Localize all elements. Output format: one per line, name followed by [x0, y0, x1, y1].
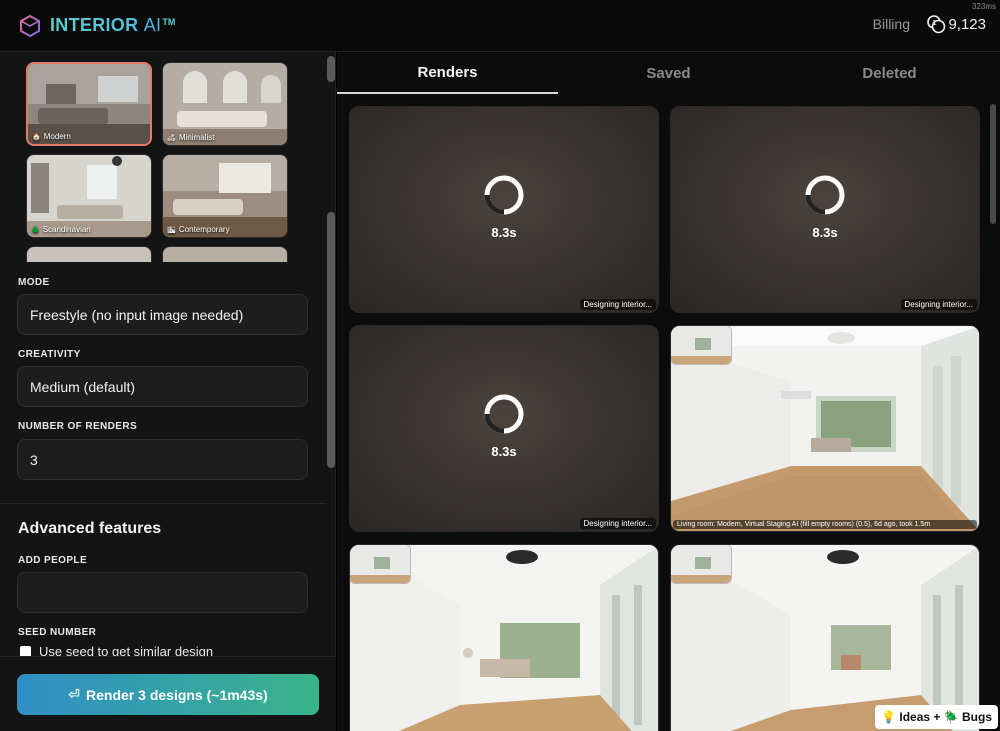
- section-divider: [0, 503, 326, 504]
- progress-spinner-icon: [484, 175, 524, 215]
- style-tile-modern[interactable]: 🏠 Modern: [26, 62, 152, 146]
- source-thumbnail[interactable]: [671, 326, 732, 365]
- style-tile-minimalist[interactable]: 🛋 Minimalist: [162, 62, 288, 146]
- elapsed-time: 8.3s: [491, 444, 517, 459]
- style-tile-more-1[interactable]: [26, 246, 152, 262]
- render-button[interactable]: ⏎ Render 3 designs (~1m43s): [17, 674, 319, 715]
- render-button-label: Render 3 designs (~1m43s): [86, 686, 268, 703]
- house-icon: 🏠: [32, 133, 41, 141]
- credits-counter[interactable]: 1 9,123: [926, 14, 986, 34]
- render-card-loading[interactable]: 8.3s Designing interior...: [349, 325, 659, 532]
- svg-text:1: 1: [933, 19, 937, 27]
- tab-deleted[interactable]: Deleted: [779, 52, 1000, 94]
- add-people-label: ADD PEOPLE: [18, 555, 88, 566]
- render-bar: ⏎ Render 3 designs (~1m43s): [0, 656, 336, 731]
- style-picker: 🏠 Modern 🛋 Minimalist 🌲 Scandinavian 🏙 C…: [26, 62, 290, 262]
- mode-label: MODE: [18, 277, 50, 288]
- elapsed-time: 8.3s: [812, 225, 838, 240]
- progress-spinner-icon: [484, 394, 524, 434]
- creativity-select[interactable]: Medium (default): [17, 366, 308, 407]
- tab-saved[interactable]: Saved: [558, 52, 779, 94]
- advanced-features-title: Advanced features: [18, 520, 162, 537]
- progress-spinner-icon: [805, 175, 845, 215]
- sofa-icon: 🛋: [167, 134, 176, 142]
- renders-label: NUMBER OF RENDERS: [18, 421, 138, 432]
- creativity-label: CREATIVITY: [18, 349, 81, 360]
- coins-icon: 1: [927, 15, 946, 34]
- mode-select[interactable]: Freestyle (no input image needed): [17, 294, 308, 335]
- source-thumbnail[interactable]: [350, 545, 411, 584]
- render-card-image[interactable]: [670, 544, 980, 731]
- render-card-loading[interactable]: 8.3s Designing interior...: [349, 106, 659, 313]
- add-people-input[interactable]: [17, 572, 308, 613]
- feedback-label: Ideas + 🪲 Bugs: [899, 710, 992, 724]
- logo[interactable]: INTERIOR AI TM: [18, 14, 175, 38]
- results-panel: Renders Saved Deleted 8.3s Designing int…: [337, 52, 1000, 731]
- render-status: Designing interior...: [579, 518, 656, 529]
- render-card-loading[interactable]: 8.3s Designing interior...: [670, 106, 980, 313]
- seed-number-label: SEED NUMBER: [18, 627, 97, 638]
- tab-renders[interactable]: Renders: [337, 52, 558, 94]
- render-card-image[interactable]: Living room: Modern, Virtual Staging AI …: [670, 325, 980, 532]
- billing-link[interactable]: Billing: [873, 16, 910, 32]
- top-header: INTERIOR AI TM 323ms Billing 1 9,123: [0, 0, 1000, 52]
- source-thumbnail[interactable]: [671, 545, 732, 584]
- building-icon: 🏙: [167, 226, 176, 234]
- results-tabs: Renders Saved Deleted: [337, 52, 1000, 94]
- lightbulb-icon: 💡: [881, 710, 897, 724]
- settings-panel: 🏠 Modern 🛋 Minimalist 🌲 Scandinavian 🏙 C…: [0, 52, 336, 731]
- elapsed-time: 8.3s: [491, 225, 517, 240]
- style-tile-contemporary[interactable]: 🏙 Contemporary: [162, 154, 288, 238]
- seed-checkbox[interactable]: [20, 645, 31, 657]
- render-card-image[interactable]: [349, 544, 659, 731]
- logo-trademark: TM: [162, 16, 176, 27]
- cube-logo-icon: [20, 14, 40, 37]
- style-tile-more-2[interactable]: [162, 246, 288, 262]
- renders-input[interactable]: 3: [17, 439, 308, 480]
- logo-text: INTERIOR AI: [50, 15, 162, 35]
- return-arrow-icon: ⏎: [68, 686, 81, 702]
- render-caption: Living room: Modern, Virtual Staging AI …: [673, 520, 977, 529]
- credits-value: 9,123: [948, 15, 986, 33]
- style-tile-scandinavian[interactable]: 🌲 Scandinavian: [26, 154, 152, 238]
- panel-scrollbar-top[interactable]: [327, 56, 335, 82]
- results-scrollbar[interactable]: [990, 104, 996, 224]
- panel-scrollbar[interactable]: [327, 212, 335, 468]
- render-status: Designing interior...: [579, 299, 656, 310]
- render-status: Designing interior...: [900, 299, 977, 310]
- feedback-button[interactable]: 💡 Ideas + 🪲 Bugs: [875, 705, 998, 729]
- timing-readout: 323ms: [971, 2, 996, 11]
- tree-icon: 🌲: [31, 226, 40, 234]
